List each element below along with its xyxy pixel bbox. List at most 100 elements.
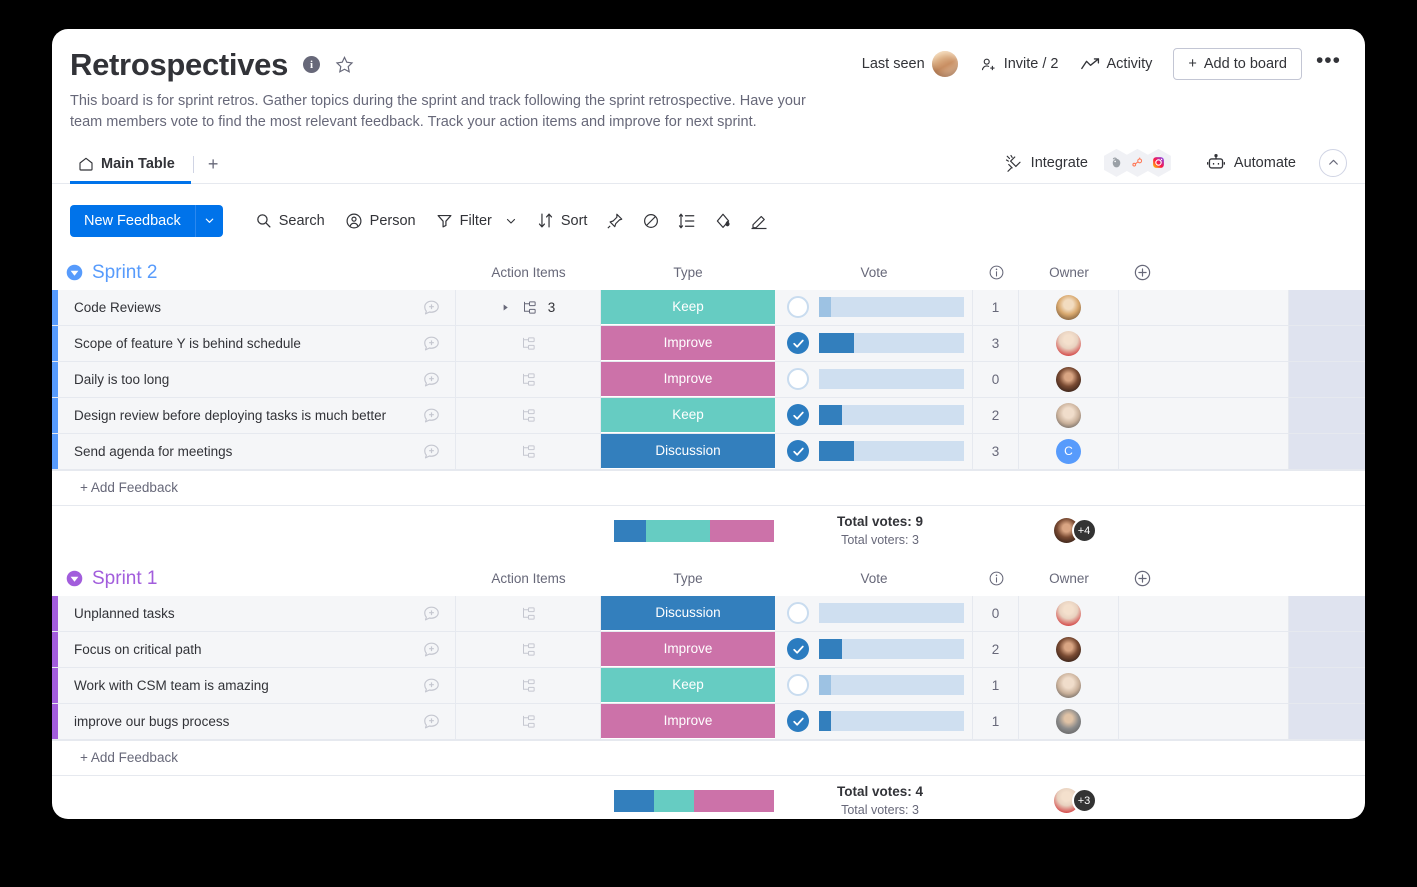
cell-action-items[interactable] bbox=[456, 667, 601, 703]
cell-vote[interactable] bbox=[775, 289, 973, 325]
horizontal-scroll-strip[interactable] bbox=[1289, 361, 1365, 397]
vote-checkbox[interactable] bbox=[787, 638, 809, 661]
cell-item-name[interactable]: Scope of feature Y is behind schedule bbox=[58, 325, 456, 361]
subitems-icon[interactable] bbox=[521, 336, 536, 351]
subitems-icon[interactable] bbox=[521, 408, 536, 423]
chat-add-icon[interactable] bbox=[422, 712, 441, 731]
cell-owner[interactable] bbox=[1019, 631, 1119, 667]
cell-owner[interactable] bbox=[1019, 289, 1119, 325]
add-feedback-row[interactable]: + Add Feedback bbox=[52, 469, 1365, 506]
subitems-icon[interactable] bbox=[521, 642, 536, 657]
cell-type[interactable]: Discussion bbox=[601, 433, 775, 469]
avatar[interactable] bbox=[1056, 708, 1081, 734]
column-header-vote[interactable]: Vote bbox=[775, 562, 973, 596]
horizontal-scroll-strip[interactable] bbox=[1289, 595, 1365, 631]
vote-checkbox[interactable] bbox=[787, 674, 809, 697]
avatar[interactable] bbox=[1056, 672, 1081, 698]
table-row[interactable]: Work with CSM team is amazing Keep 1 bbox=[52, 667, 1365, 704]
chat-add-icon[interactable] bbox=[422, 604, 441, 623]
cell-item-name[interactable]: Send agenda for meetings bbox=[58, 433, 456, 469]
avatar-overflow-count[interactable]: +3 bbox=[1071, 788, 1097, 814]
edit-button[interactable] bbox=[741, 206, 777, 236]
summary-owner[interactable]: +3 bbox=[1025, 788, 1125, 814]
cell-type[interactable]: Improve bbox=[601, 325, 775, 361]
cell-action-items[interactable]: 3 bbox=[456, 289, 601, 325]
horizontal-scroll-strip[interactable] bbox=[1289, 631, 1365, 667]
table-row[interactable]: Daily is too long Improve 0 bbox=[52, 361, 1365, 398]
chat-add-icon[interactable] bbox=[422, 442, 441, 461]
star-icon[interactable] bbox=[335, 55, 354, 74]
cell-item-name[interactable]: Focus on critical path bbox=[58, 631, 456, 667]
column-header-type[interactable]: Type bbox=[601, 256, 775, 290]
cell-type[interactable]: Keep bbox=[601, 289, 775, 325]
avatar[interactable] bbox=[1056, 402, 1081, 428]
cell-empty[interactable] bbox=[1119, 667, 1289, 703]
cell-action-items[interactable] bbox=[456, 703, 601, 739]
activity-button[interactable]: Activity bbox=[1070, 50, 1164, 78]
vote-checkbox[interactable] bbox=[787, 368, 809, 391]
add-feedback-row[interactable]: + Add Feedback bbox=[52, 739, 1365, 776]
horizontal-scroll-strip[interactable] bbox=[1289, 289, 1365, 325]
cell-owner[interactable] bbox=[1019, 361, 1119, 397]
color-button[interactable] bbox=[705, 206, 741, 236]
table-row[interactable]: Scope of feature Y is behind schedule Imp… bbox=[52, 325, 1365, 362]
owner-avatar-stack[interactable]: +3 bbox=[1053, 788, 1097, 814]
search-button[interactable]: Search bbox=[245, 206, 335, 235]
cell-empty[interactable] bbox=[1119, 433, 1289, 469]
chat-add-icon[interactable] bbox=[422, 334, 441, 353]
column-header-action-items[interactable]: Action Items bbox=[456, 562, 601, 596]
subitems-icon[interactable] bbox=[521, 678, 536, 693]
chat-add-icon[interactable] bbox=[422, 298, 441, 317]
cell-item-name[interactable]: Design review before deploying tasks is … bbox=[58, 397, 456, 433]
chevron-down-icon[interactable] bbox=[505, 215, 517, 227]
cell-empty[interactable] bbox=[1119, 631, 1289, 667]
vote-info-icon[interactable] bbox=[973, 256, 1019, 290]
cell-type[interactable]: Discussion bbox=[601, 595, 775, 631]
cell-item-name[interactable]: Daily is too long bbox=[58, 361, 456, 397]
table-row[interactable]: Send agenda for meetings Discussion 3 C bbox=[52, 433, 1365, 470]
cell-action-items[interactable] bbox=[456, 631, 601, 667]
expand-subitems-icon[interactable] bbox=[501, 303, 510, 312]
table-row[interactable]: Unplanned tasks Discussion 0 bbox=[52, 595, 1365, 632]
cell-item-name[interactable]: Work with CSM team is amazing bbox=[58, 667, 456, 703]
cell-vote[interactable] bbox=[775, 325, 973, 361]
subitems-icon[interactable] bbox=[521, 444, 536, 459]
cell-empty[interactable] bbox=[1119, 289, 1289, 325]
avatar[interactable] bbox=[1056, 600, 1081, 626]
add-column-button[interactable] bbox=[1119, 256, 1289, 290]
add-to-board-button[interactable]: + Add to board bbox=[1173, 48, 1302, 80]
table-row[interactable]: improve our bugs process Improve 1 bbox=[52, 703, 1365, 740]
tab-main-table[interactable]: Main Table bbox=[70, 156, 191, 184]
column-header-owner[interactable]: Owner bbox=[1019, 562, 1119, 596]
cell-owner[interactable] bbox=[1019, 325, 1119, 361]
horizontal-scroll-strip[interactable] bbox=[1289, 325, 1365, 361]
more-options-button[interactable]: ••• bbox=[1302, 50, 1347, 74]
column-header-action-items[interactable]: Action Items bbox=[456, 256, 601, 290]
info-icon[interactable]: i bbox=[303, 56, 321, 73]
integrate-button[interactable]: Integrate bbox=[996, 149, 1097, 177]
cell-owner[interactable] bbox=[1019, 595, 1119, 631]
filter-button[interactable]: Filter bbox=[426, 206, 527, 235]
last-seen-button[interactable]: Last seen bbox=[851, 45, 969, 83]
avatar-overflow-count[interactable]: +4 bbox=[1071, 518, 1097, 544]
row-height-button[interactable] bbox=[669, 206, 705, 236]
cell-empty[interactable] bbox=[1119, 361, 1289, 397]
cell-owner[interactable] bbox=[1019, 397, 1119, 433]
table-row[interactable]: Code Reviews 3 Keep 1 bbox=[52, 289, 1365, 326]
cell-action-items[interactable] bbox=[456, 433, 601, 469]
summary-type[interactable] bbox=[607, 519, 781, 542]
column-header-owner[interactable]: Owner bbox=[1019, 256, 1119, 290]
chat-add-icon[interactable] bbox=[422, 370, 441, 389]
column-header-vote[interactable]: Vote bbox=[775, 256, 973, 290]
avatar[interactable] bbox=[1056, 294, 1081, 320]
subitems-icon[interactable] bbox=[521, 714, 536, 729]
summary-type[interactable] bbox=[607, 789, 781, 812]
chevron-down-icon[interactable] bbox=[194, 204, 223, 237]
vote-checkbox[interactable] bbox=[787, 602, 809, 625]
vote-checkbox[interactable] bbox=[787, 296, 809, 319]
new-feedback-button[interactable]: New Feedback bbox=[70, 204, 195, 237]
cell-item-name[interactable]: Code Reviews bbox=[58, 289, 456, 325]
owner-avatar-stack[interactable]: +4 bbox=[1053, 518, 1097, 544]
cell-type[interactable]: Keep bbox=[601, 397, 775, 433]
cell-vote[interactable] bbox=[775, 433, 973, 469]
